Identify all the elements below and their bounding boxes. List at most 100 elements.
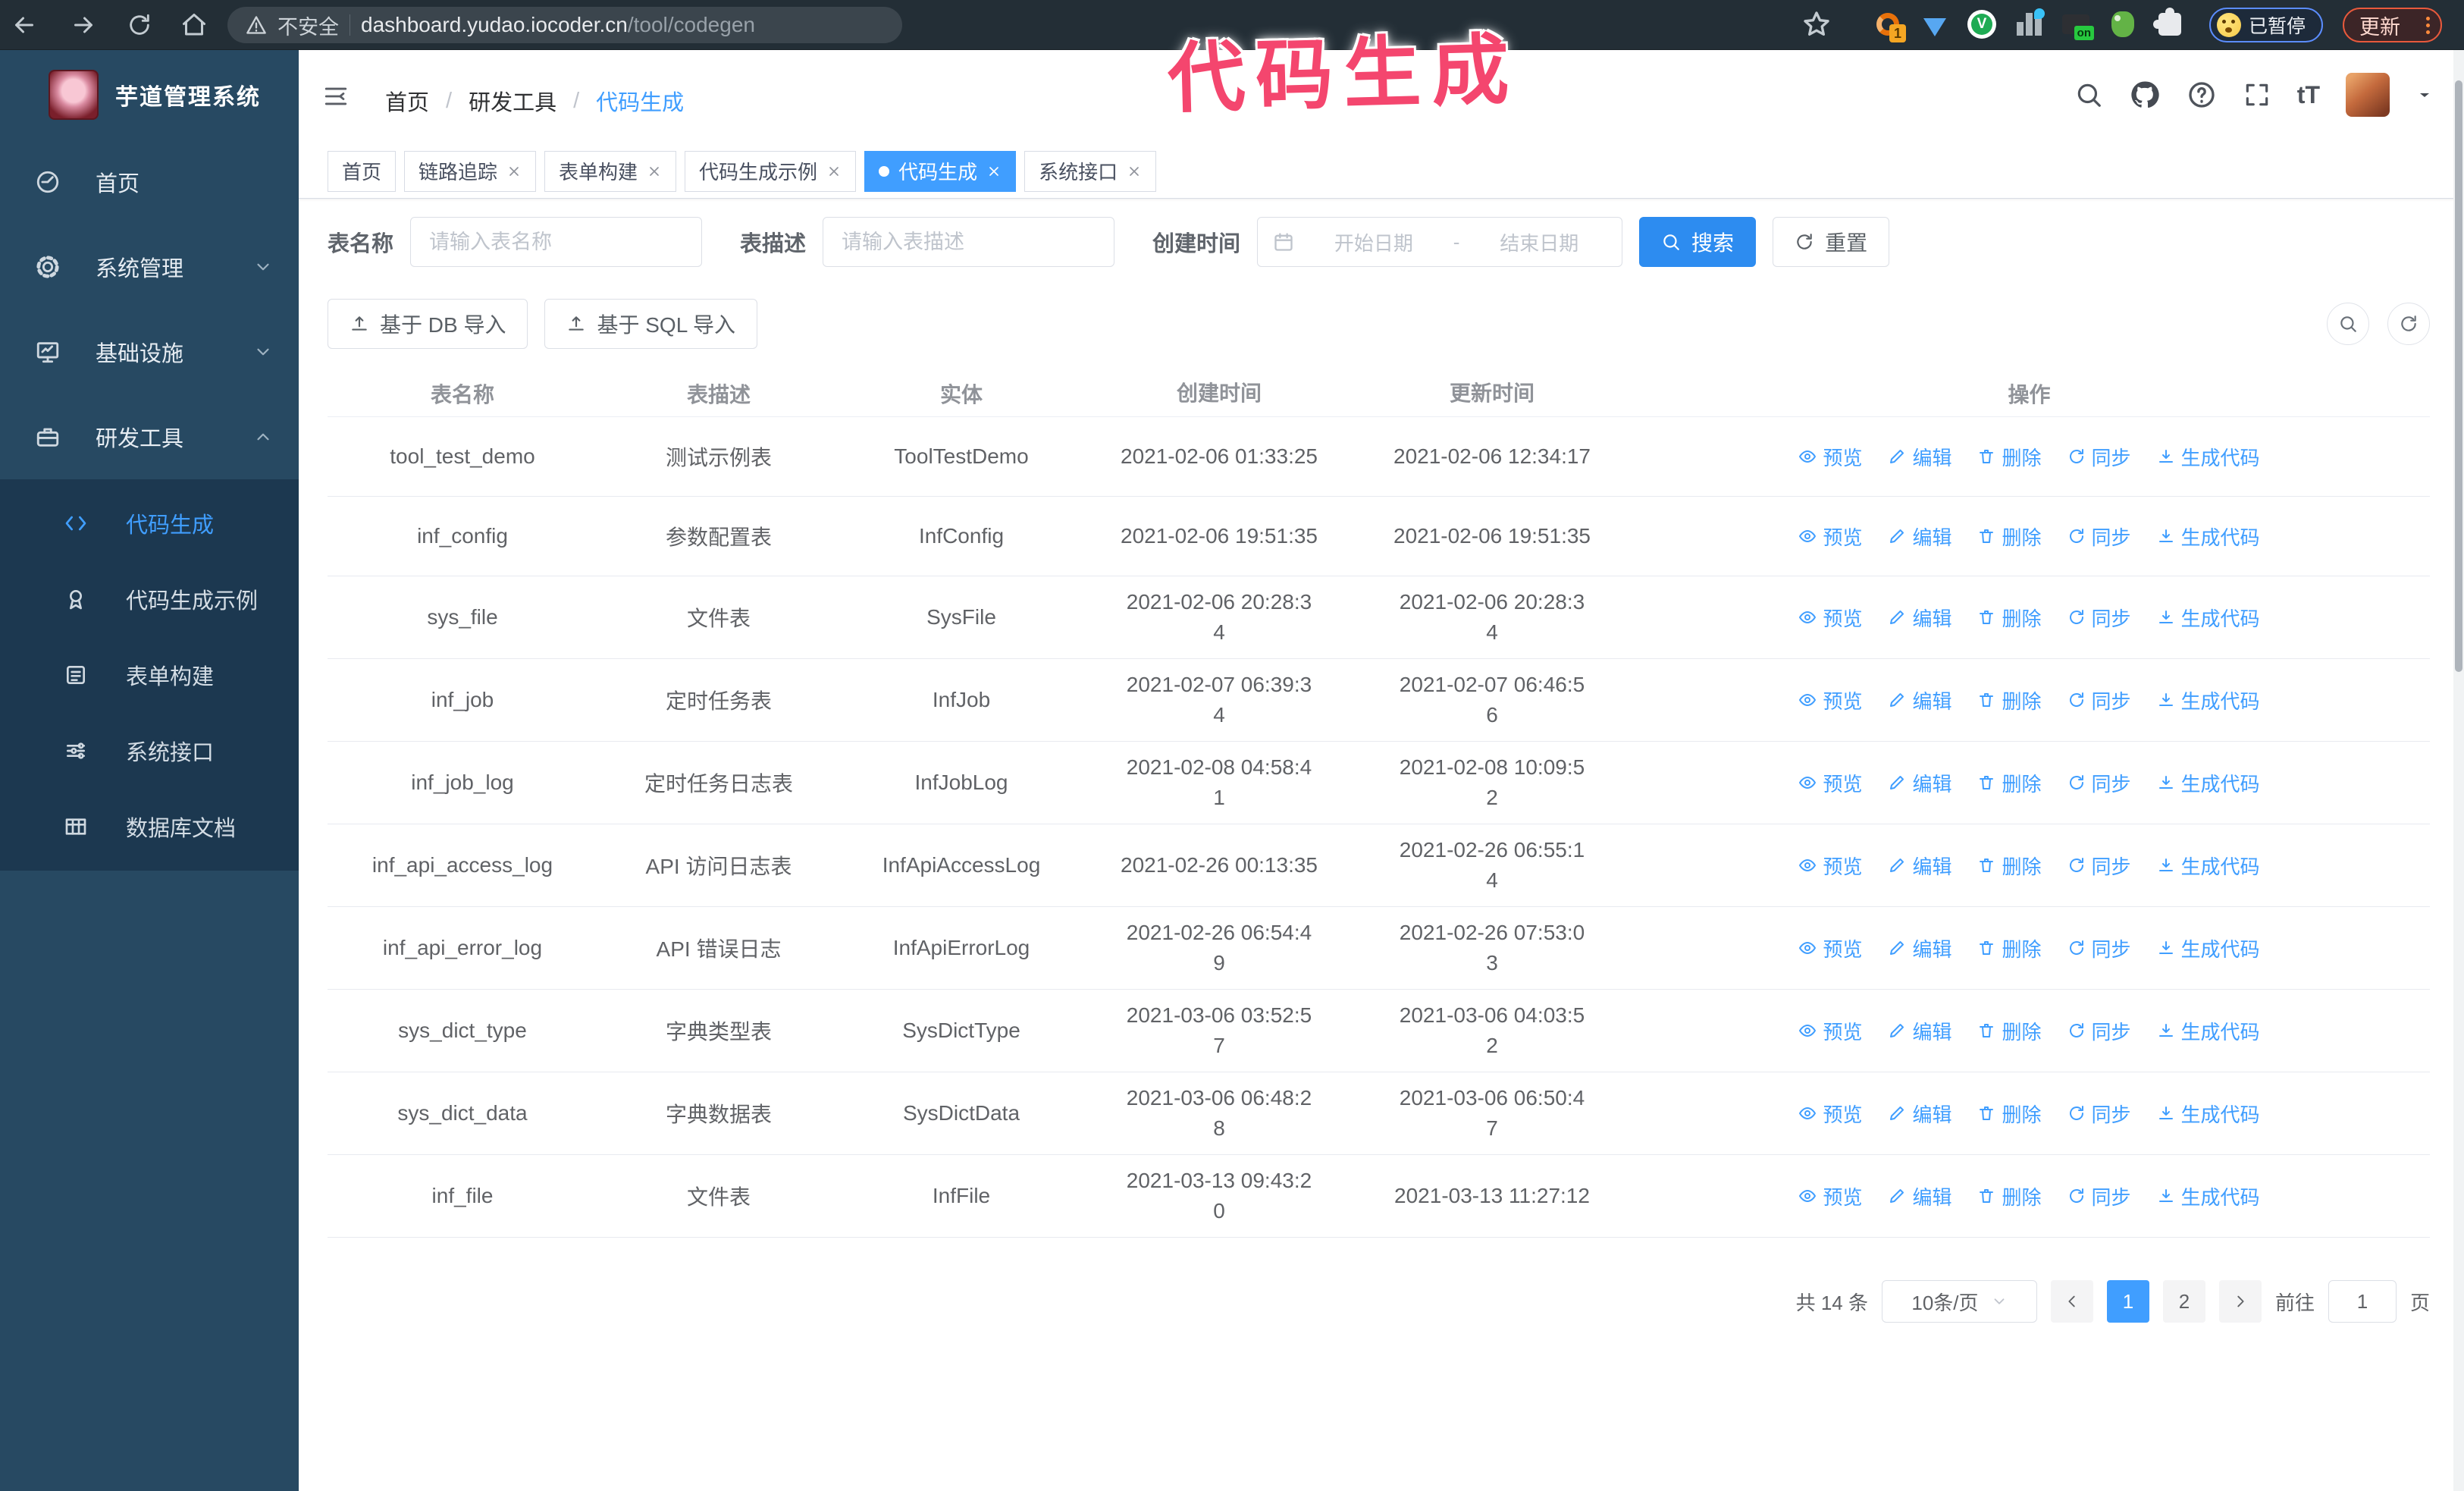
- generate-code-link[interactable]: 生成代码: [2157, 1182, 2260, 1210]
- edit-link[interactable]: 编辑: [1888, 1182, 1951, 1210]
- update-button[interactable]: 更新: [2343, 8, 2442, 42]
- extension-frog-icon[interactable]: [2108, 9, 2138, 39]
- delete-link[interactable]: 删除: [1977, 852, 2042, 880]
- extension-dark-icon[interactable]: on: [2061, 9, 2094, 40]
- delete-link[interactable]: 删除: [1977, 604, 2042, 632]
- end-date-placeholder[interactable]: 结束日期: [1472, 228, 1607, 256]
- security-label[interactable]: 不安全: [277, 11, 339, 40]
- delete-link[interactable]: 删除: [1977, 523, 2042, 551]
- delete-link[interactable]: 删除: [1977, 934, 2042, 962]
- sync-link[interactable]: 同步: [2067, 443, 2131, 471]
- caret-down-icon[interactable]: [2415, 86, 2434, 104]
- generate-code-link[interactable]: 生成代码: [2157, 604, 2260, 632]
- breadcrumb-devtools[interactable]: 研发工具: [469, 85, 556, 117]
- generate-code-link[interactable]: 生成代码: [2157, 1017, 2260, 1045]
- edit-link[interactable]: 编辑: [1888, 934, 1951, 962]
- refresh-button[interactable]: [2387, 303, 2430, 345]
- start-date-placeholder[interactable]: 开始日期: [1306, 228, 1441, 256]
- date-range-picker[interactable]: 开始日期 - 结束日期: [1257, 217, 1623, 267]
- extension-columns-icon[interactable]: [2014, 8, 2045, 39]
- delete-link[interactable]: 删除: [1977, 686, 2042, 714]
- generate-code-link[interactable]: 生成代码: [2157, 852, 2260, 880]
- preview-link[interactable]: 预览: [1798, 686, 1862, 714]
- table-name-input[interactable]: [410, 217, 703, 267]
- edit-link[interactable]: 编辑: [1888, 852, 1951, 880]
- sidebar-item-codegen[interactable]: 代码生成: [0, 485, 299, 561]
- db-import-button[interactable]: 基于 DB 导入: [328, 299, 528, 349]
- table-desc-input[interactable]: [823, 217, 1115, 267]
- hide-search-button[interactable]: [2327, 303, 2369, 345]
- page-button-1[interactable]: 1: [2106, 1280, 2149, 1323]
- sync-link[interactable]: 同步: [2067, 523, 2131, 551]
- page-button-2[interactable]: 2: [2162, 1280, 2205, 1323]
- tag-codegen[interactable]: 代码生成: [864, 150, 1017, 192]
- close-icon[interactable]: [506, 164, 522, 179]
- sync-link[interactable]: 同步: [2067, 1182, 2131, 1210]
- search-icon[interactable]: [2074, 80, 2103, 109]
- breadcrumb-home[interactable]: 首页: [385, 85, 429, 117]
- preview-link[interactable]: 预览: [1798, 443, 1862, 471]
- generate-code-link[interactable]: 生成代码: [2157, 934, 2260, 962]
- sync-link[interactable]: 同步: [2067, 604, 2131, 632]
- preview-link[interactable]: 预览: [1798, 769, 1862, 797]
- help-icon[interactable]: [2187, 80, 2217, 110]
- generate-code-link[interactable]: 生成代码: [2157, 769, 2260, 797]
- browser-home-button[interactable]: [177, 8, 211, 42]
- close-icon[interactable]: [986, 164, 1002, 179]
- sync-link[interactable]: 同步: [2067, 1017, 2131, 1045]
- sidebar-item-system[interactable]: 系统管理: [0, 224, 299, 309]
- tag-form-builder[interactable]: 表单构建: [544, 150, 677, 192]
- search-button[interactable]: 搜索: [1639, 217, 1757, 267]
- tag-home[interactable]: 首页: [328, 150, 397, 192]
- paused-badge[interactable]: 已暂停: [2209, 8, 2323, 42]
- delete-link[interactable]: 删除: [1977, 1100, 2042, 1128]
- sidebar-item-home[interactable]: 首页: [0, 140, 299, 224]
- sidebar-item-infra[interactable]: 基础设施: [0, 309, 299, 394]
- preview-link[interactable]: 预览: [1798, 934, 1862, 962]
- reset-button[interactable]: 重置: [1773, 217, 1890, 267]
- extension-puzzle-icon[interactable]: [2153, 8, 2185, 39]
- preview-link[interactable]: 预览: [1798, 1100, 1862, 1128]
- font-size-icon[interactable]: tT: [2297, 81, 2320, 109]
- tag-codegen-example[interactable]: 代码生成示例: [685, 150, 857, 192]
- sync-link[interactable]: 同步: [2067, 769, 2131, 797]
- edit-link[interactable]: 编辑: [1888, 1100, 1951, 1128]
- sql-import-button[interactable]: 基于 SQL 导入: [544, 299, 758, 349]
- extension-donut-icon[interactable]: 1: [1873, 9, 1906, 42]
- delete-link[interactable]: 删除: [1977, 1182, 2042, 1210]
- generate-code-link[interactable]: 生成代码: [2157, 686, 2260, 714]
- browser-back-button[interactable]: [8, 8, 41, 42]
- next-page-button[interactable]: [2218, 1280, 2262, 1323]
- preview-link[interactable]: 预览: [1798, 604, 1862, 632]
- delete-link[interactable]: 删除: [1977, 1017, 2042, 1045]
- sync-link[interactable]: 同步: [2067, 686, 2131, 714]
- edit-link[interactable]: 编辑: [1888, 1017, 1951, 1045]
- logo-row[interactable]: 芋道管理系统: [0, 50, 299, 140]
- edit-link[interactable]: 编辑: [1888, 686, 1951, 714]
- generate-code-link[interactable]: 生成代码: [2157, 443, 2260, 471]
- generate-code-link[interactable]: 生成代码: [2157, 1100, 2260, 1128]
- extension-v-icon[interactable]: V: [1967, 9, 1997, 39]
- address-bar[interactable]: 不安全 dashboard.yudao.iocoder.cn/tool/code…: [227, 7, 902, 43]
- fullscreen-icon[interactable]: [2243, 80, 2271, 109]
- page-size-select[interactable]: 10条/页: [1881, 1280, 2037, 1323]
- edit-link[interactable]: 编辑: [1888, 443, 1951, 471]
- close-icon[interactable]: [826, 164, 842, 179]
- goto-page-input[interactable]: [2328, 1280, 2397, 1323]
- preview-link[interactable]: 预览: [1798, 1017, 1862, 1045]
- tag-tracing[interactable]: 链路追踪: [404, 150, 537, 192]
- browser-forward-button[interactable]: [67, 8, 100, 42]
- browser-menu-icon[interactable]: [2426, 16, 2430, 34]
- page-url[interactable]: dashboard.yudao.iocoder.cn/tool/codegen: [361, 13, 755, 37]
- extension-gem-icon[interactable]: [1920, 9, 1950, 39]
- sidebar-fold-icon[interactable]: [321, 83, 350, 109]
- delete-link[interactable]: 删除: [1977, 443, 2042, 471]
- tag-system-api[interactable]: 系统接口: [1024, 150, 1157, 192]
- preview-link[interactable]: 预览: [1798, 852, 1862, 880]
- sidebar-item-devtools[interactable]: 研发工具: [0, 394, 299, 479]
- preview-link[interactable]: 预览: [1798, 523, 1862, 551]
- sync-link[interactable]: 同步: [2067, 1100, 2131, 1128]
- edit-link[interactable]: 编辑: [1888, 769, 1951, 797]
- close-icon[interactable]: [647, 164, 662, 179]
- sidebar-item-system-api[interactable]: 系统接口: [0, 713, 299, 789]
